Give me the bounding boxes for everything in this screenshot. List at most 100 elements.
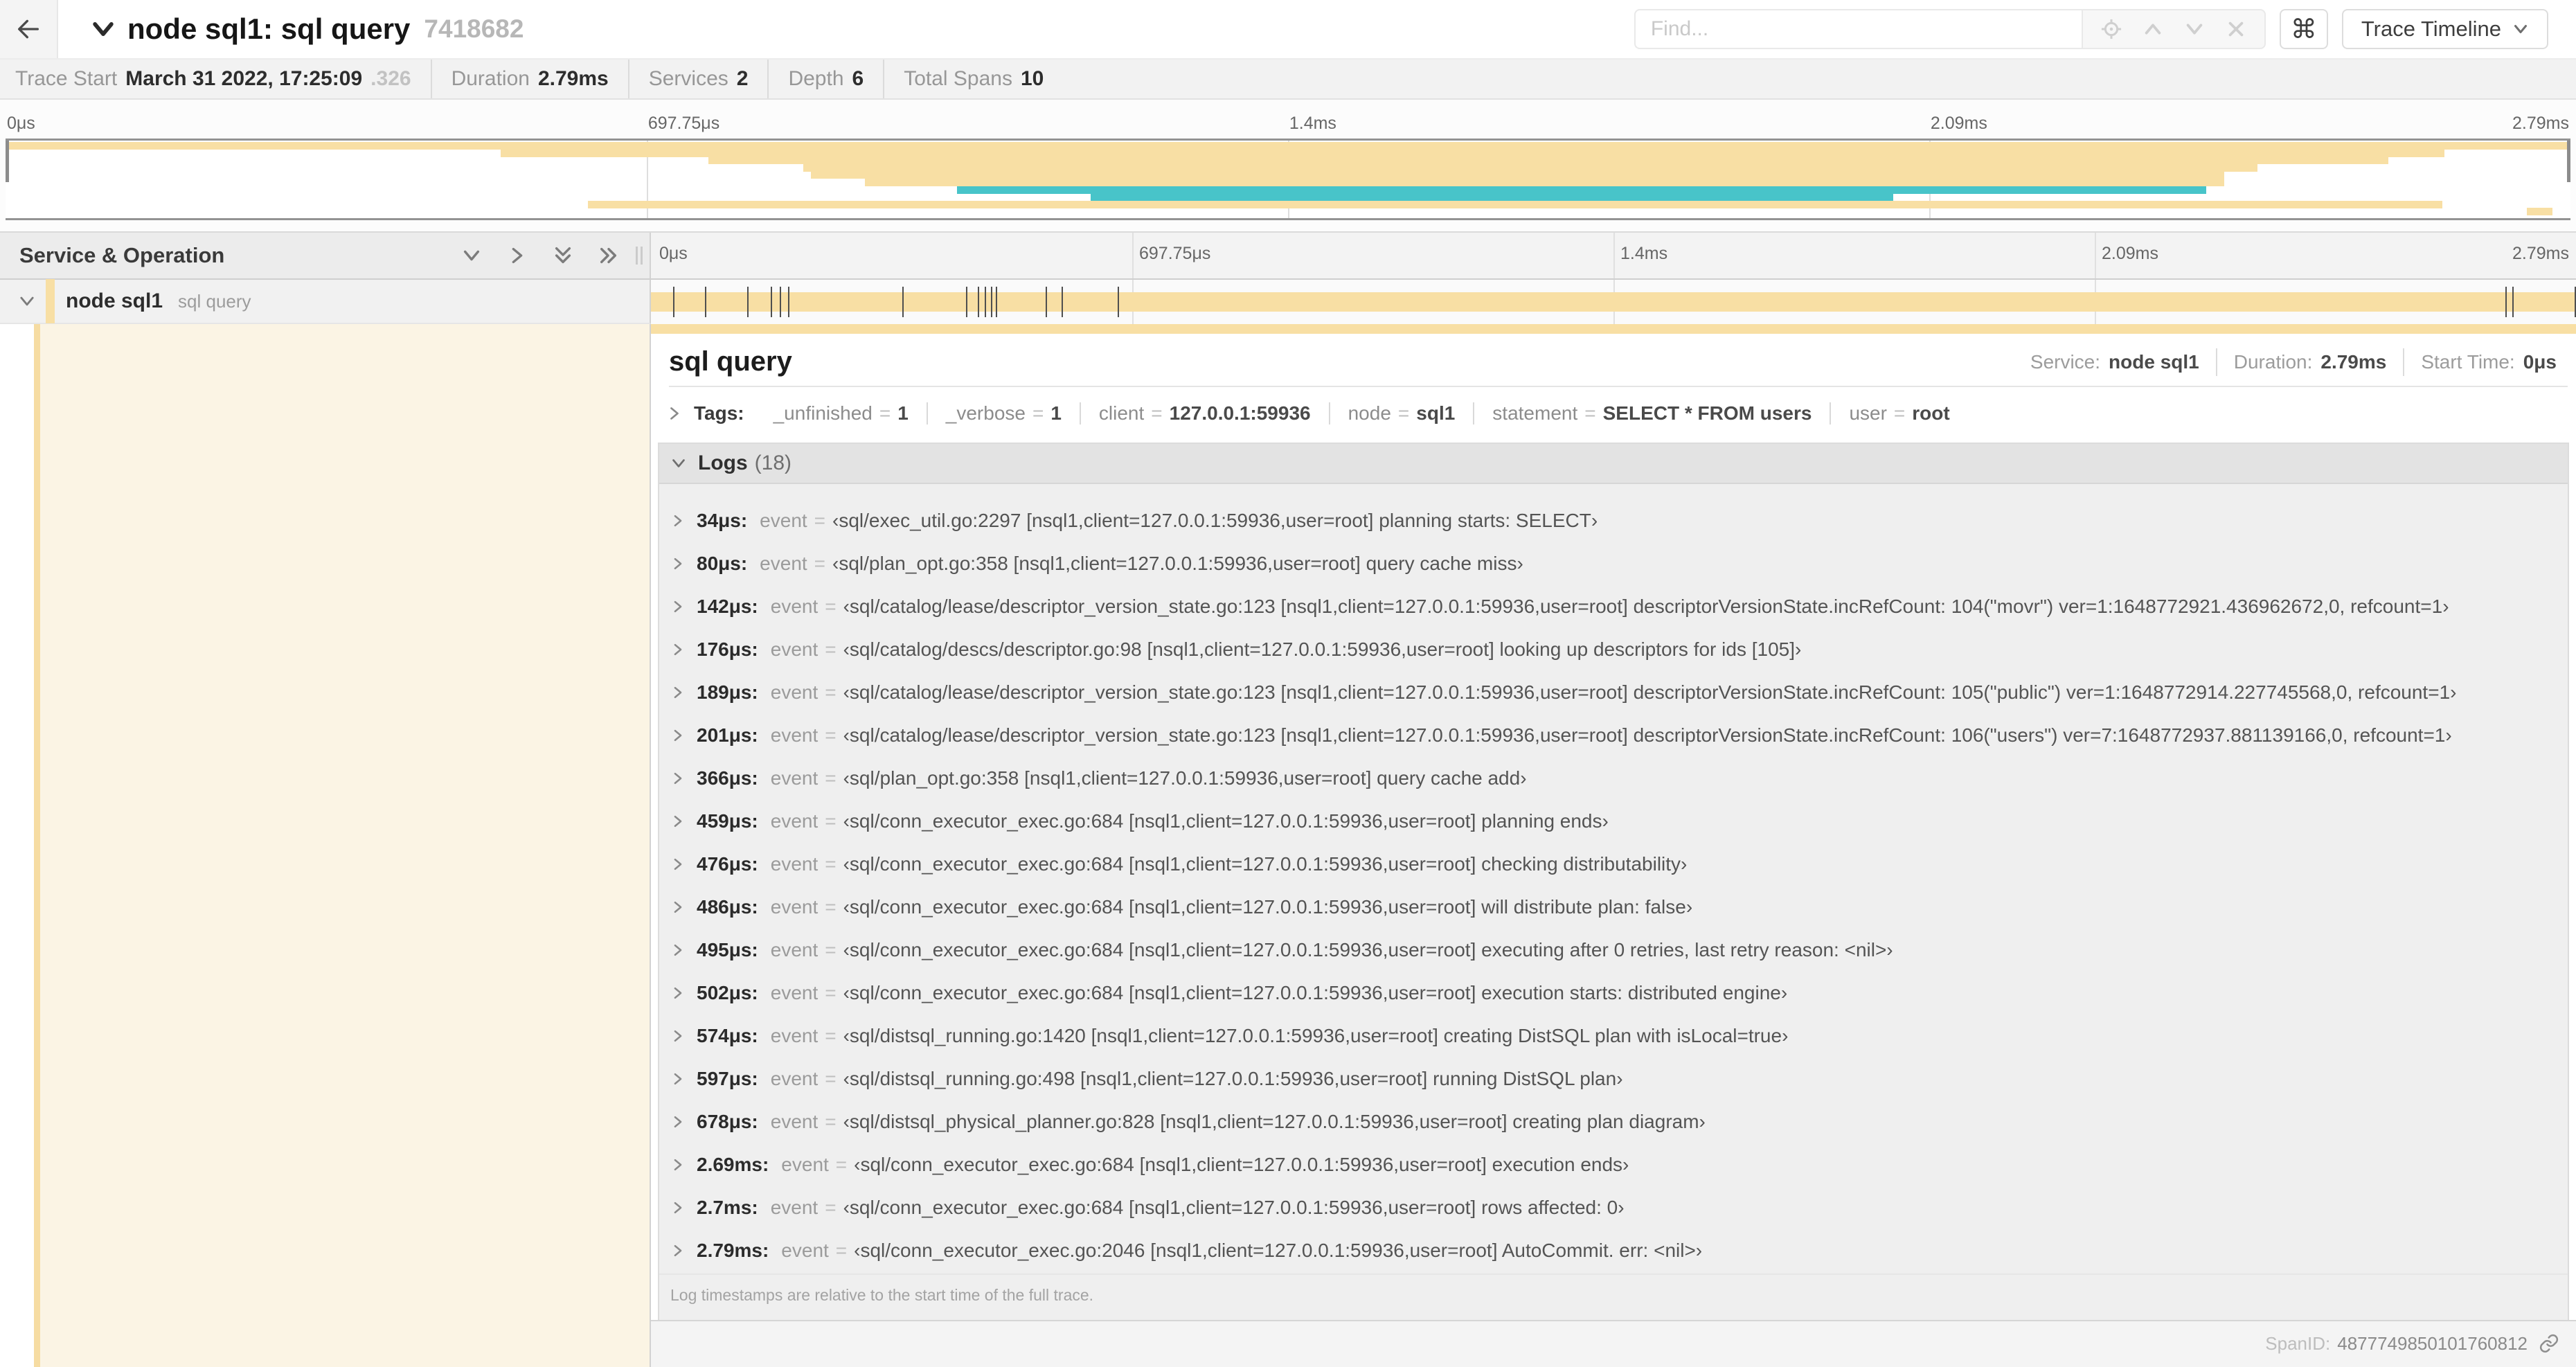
ruler-tick-label: 2.09ms <box>2102 244 2158 263</box>
log-entry[interactable]: 678μs: event = ‹sql/distsql_physical_pla… <box>659 1100 2568 1143</box>
log-entry[interactable]: 486μs: event = ‹sql/conn_executor_exec.g… <box>659 886 2568 929</box>
span-row-track[interactable] <box>651 280 2576 324</box>
log-entry[interactable]: 2.79ms: event = ‹sql/conn_executor_exec.… <box>659 1229 2568 1272</box>
span-duration-bar[interactable] <box>651 292 2576 312</box>
span-log-tick <box>672 287 674 317</box>
minimap-right-scrubber[interactable] <box>2567 141 2570 182</box>
log-entry[interactable]: 574μs: event = ‹sql/distsql_running.go:1… <box>659 1015 2568 1057</box>
column-resize-handle[interactable] <box>636 247 643 265</box>
log-entry[interactable]: 176μs: event = ‹sql/catalog/descs/descri… <box>659 628 2568 671</box>
log-field-key: event <box>781 1240 829 1261</box>
span-log-tick <box>985 287 987 317</box>
log-equals: = <box>825 853 837 875</box>
span-log-tick <box>991 287 993 317</box>
log-message: ‹sql/catalog/lease/descriptor_version_st… <box>843 596 2449 617</box>
log-message: ‹sql/conn_executor_exec.go:684 [nsql1,cl… <box>843 810 1609 832</box>
trace-view-select[interactable]: Trace Timeline <box>2341 9 2548 49</box>
tag-item: _verbose = 1 <box>926 402 1080 425</box>
chevron-right-icon <box>670 685 686 700</box>
log-field-key: event <box>770 681 819 703</box>
log-message: ‹sql/conn_executor_exec.go:684 [nsql1,cl… <box>843 853 1688 875</box>
find-controls <box>2081 9 2266 49</box>
ruler-gridline <box>2095 233 2096 278</box>
log-entry[interactable]: 2.69ms: event = ‹sql/conn_executor_exec.… <box>659 1143 2568 1186</box>
log-field-key: event <box>770 596 819 617</box>
collapse-one-icon[interactable] <box>461 245 482 266</box>
log-message: ‹sql/conn_executor_exec.go:684 [nsql1,cl… <box>843 982 1788 1003</box>
find-next-icon[interactable] <box>2184 19 2205 39</box>
chevron-down-icon <box>670 455 687 472</box>
page-title: node sql1: sql query <box>127 12 411 45</box>
logs-header[interactable]: Logs (18) <box>659 444 2568 484</box>
log-field-key: event <box>770 982 819 1003</box>
expand-all-icon[interactable] <box>598 245 619 266</box>
meta-value: 2 <box>736 67 749 90</box>
overview-label: Service: <box>2030 350 2101 373</box>
log-message: ‹sql/conn_executor_exec.go:684 [nsql1,cl… <box>843 939 1893 961</box>
tag-value: 1 <box>897 402 909 424</box>
minimap-canvas[interactable] <box>6 139 2570 220</box>
chevron-right-icon <box>670 1200 686 1215</box>
log-entry[interactable]: 459μs: event = ‹sql/conn_executor_exec.g… <box>659 800 2568 843</box>
minimap-span-bar <box>864 179 2224 186</box>
meta-value: 10 <box>1020 67 1044 90</box>
tag-item: user = root <box>1830 402 1967 425</box>
tag-key: client <box>1098 402 1145 424</box>
log-entry[interactable]: 80μs: event = ‹sql/plan_opt.go:358 [nsql… <box>659 542 2568 585</box>
log-timestamp: 189μs: <box>697 681 758 703</box>
link-icon[interactable] <box>2539 1333 2559 1354</box>
log-timestamp: 2.69ms: <box>697 1154 769 1175</box>
log-entry[interactable]: 495μs: event = ‹sql/conn_executor_exec.g… <box>659 929 2568 972</box>
log-entry[interactable]: 189μs: event = ‹sql/catalog/lease/descri… <box>659 671 2568 714</box>
log-timestamp: 2.79ms: <box>697 1240 769 1261</box>
tag-value: sql1 <box>1416 402 1456 424</box>
log-message: ‹sql/conn_executor_exec.go:684 [nsql1,cl… <box>843 1197 1625 1218</box>
ruler-tick-label: 2.79ms <box>2512 244 2569 263</box>
meta-label: Total Spans <box>904 67 1012 90</box>
find-prev-icon[interactable] <box>2143 19 2163 39</box>
detail-indent-guide[interactable] <box>34 324 40 1367</box>
trace-minimap: 0μs 697.75μs 1.4ms 2.09ms 2.79ms <box>0 100 2576 231</box>
ruler-gridline <box>1132 233 1134 278</box>
log-equals: = <box>825 724 837 746</box>
minimap-left-scrubber[interactable] <box>6 141 9 182</box>
logs-footnote: Log timestamps are relative to the start… <box>659 1274 2568 1320</box>
log-entry[interactable]: 201μs: event = ‹sql/catalog/lease/descri… <box>659 714 2568 757</box>
log-entry[interactable]: 502μs: event = ‹sql/conn_executor_exec.g… <box>659 972 2568 1015</box>
clear-find-icon[interactable] <box>2226 19 2246 39</box>
trace-id: 7418682 <box>424 15 524 43</box>
log-entry[interactable]: 34μs: event = ‹sql/exec_util.go:2297 [ns… <box>659 499 2568 542</box>
span-row-name-cell[interactable]: node sql1 sql query <box>0 279 651 324</box>
minimap-tick-label: 697.75μs <box>647 114 720 133</box>
log-entry[interactable]: 597μs: event = ‹sql/distsql_running.go:4… <box>659 1057 2568 1100</box>
span-collapse-chevron-icon[interactable] <box>18 292 36 310</box>
collapse-all-icon[interactable] <box>553 245 573 266</box>
log-timestamp: 678μs: <box>697 1111 758 1132</box>
log-equals: = <box>825 896 837 918</box>
overview-value: 2.79ms <box>2320 350 2387 373</box>
keyboard-shortcuts-button[interactable]: ⌘ <box>2279 9 2328 49</box>
tags-accordion[interactable]: Tags: _unfinished = 1 _verbose = 1 clien… <box>651 387 2576 438</box>
detail-indent-tint <box>40 324 650 1367</box>
log-entry[interactable]: 476μs: event = ‹sql/conn_executor_exec.g… <box>659 843 2568 886</box>
find-input[interactable] <box>1634 9 2082 49</box>
minimap-span-bar <box>6 142 2570 150</box>
log-field-key: event <box>781 1154 829 1175</box>
expand-one-icon[interactable] <box>507 245 528 266</box>
minimap-span-bar <box>708 157 2388 165</box>
meta-label: Duration <box>451 67 530 90</box>
log-entry[interactable]: 366μs: event = ‹sql/plan_opt.go:358 [nsq… <box>659 757 2568 800</box>
locate-icon[interactable] <box>2101 19 2122 39</box>
collapse-trace-chevron-icon[interactable] <box>90 16 116 42</box>
chevron-right-icon <box>670 1157 686 1172</box>
log-equals: = <box>814 553 826 574</box>
back-button[interactable] <box>0 0 58 58</box>
meta-label: Depth <box>788 67 844 90</box>
log-entry[interactable]: 2.7ms: event = ‹sql/conn_executor_exec.g… <box>659 1186 2568 1229</box>
log-equals: = <box>825 810 837 832</box>
span-id-value: 4877749850101760812 <box>2337 1332 2528 1354</box>
tags-label: Tags: <box>694 402 744 424</box>
log-message: ‹sql/conn_executor_exec.go:2046 [nsql1,c… <box>854 1240 1703 1261</box>
minimap-tick-label: 2.79ms <box>2512 114 2569 133</box>
log-entry[interactable]: 142μs: event = ‹sql/catalog/lease/descri… <box>659 585 2568 628</box>
